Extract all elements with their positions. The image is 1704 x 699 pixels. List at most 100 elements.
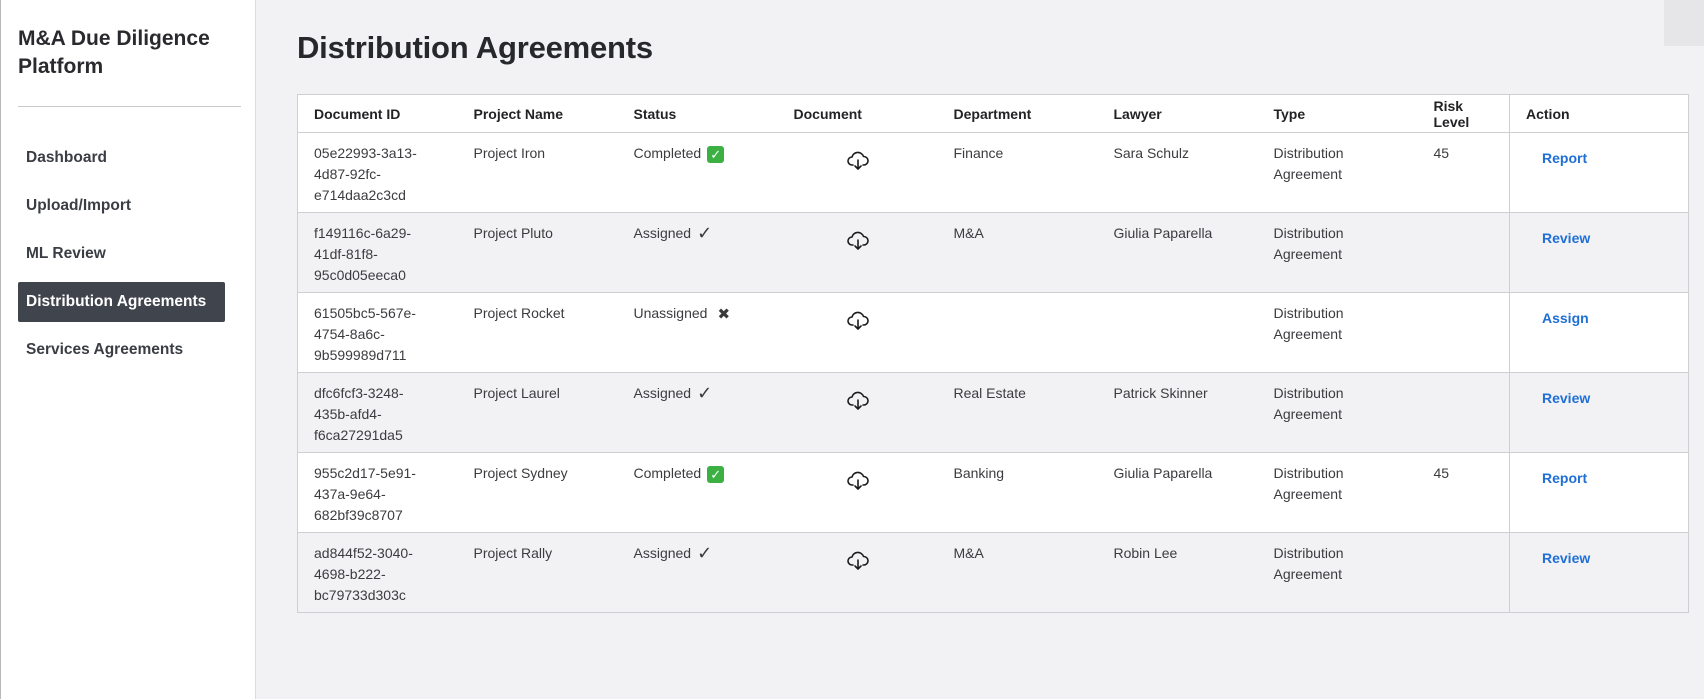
type-line: Agreement: [1273, 166, 1342, 182]
sidebar-nav: Dashboard Upload/Import ML Review Distri…: [18, 138, 225, 378]
sidebar-item-dashboard[interactable]: Dashboard: [18, 138, 225, 178]
document-id-line: 435b-afd4-: [314, 406, 382, 422]
type-line: Agreement: [1273, 246, 1342, 262]
action-assign-link[interactable]: Assign: [1542, 310, 1589, 326]
cloud-download-icon[interactable]: [846, 551, 869, 571]
cloud-download-icon[interactable]: [846, 391, 869, 411]
document-id-line: 05e22993-3a13-: [314, 145, 417, 161]
status-text: Unassigned: [633, 305, 708, 321]
header-type: Type: [1257, 94, 1418, 133]
status-text: Completed: [633, 145, 702, 161]
cell-status: Assigned ✓: [617, 212, 778, 293]
cross-icon: ✖: [717, 306, 731, 323]
cell-status: Unassigned ✖: [617, 292, 778, 373]
document-id-line: 4754-8a6c-: [314, 326, 385, 342]
table-row: f149116c-6a29- 41df-81f8- 95c0d05eeca0 Proj…: [297, 212, 1689, 293]
cell-risk-level: [1417, 292, 1510, 373]
cloud-download-icon[interactable]: [846, 471, 869, 491]
cloud-download-icon[interactable]: [846, 151, 869, 171]
action-review-link[interactable]: Review: [1542, 390, 1590, 406]
document-id-line: 41df-81f8-: [314, 246, 378, 262]
action-report-link[interactable]: Report: [1542, 470, 1587, 486]
type-line: Distribution: [1273, 385, 1344, 401]
document-id-line: e714daa2c3cd: [314, 187, 406, 203]
cloud-download-icon[interactable]: [846, 231, 869, 251]
agreements-table-container: Document ID Project Name Status Document…: [297, 94, 1689, 613]
cell-action: Review: [1509, 212, 1689, 293]
document-id-line: f149116c-6a29-: [314, 225, 412, 241]
cell-action: Review: [1509, 532, 1689, 613]
status-text: Assigned: [633, 385, 692, 401]
action-report-link[interactable]: Report: [1542, 150, 1587, 166]
header-document-id: Document ID: [297, 94, 458, 133]
cell-document: [777, 532, 938, 613]
sidebar-item-upload-import[interactable]: Upload/Import: [18, 186, 225, 226]
cell-status: Assigned ✓: [617, 372, 778, 453]
type-line: Distribution: [1273, 225, 1344, 241]
cell-status: Completed ✓: [617, 132, 778, 213]
cell-type: Distribution Agreement: [1257, 372, 1418, 453]
cell-status: Completed ✓: [617, 452, 778, 533]
sidebar-item-services-agreements[interactable]: Services Agreements: [18, 330, 225, 370]
cell-department: Finance: [937, 132, 1098, 213]
cell-project-name: Project Pluto: [457, 212, 618, 293]
cell-lawyer: [1097, 292, 1258, 373]
cell-document-id: ad844f52-3040- 4698-b222- bc79733d303c: [297, 532, 458, 613]
sidebar-item-distribution-agreements[interactable]: Distribution Agreements: [18, 282, 225, 322]
sidebar-item-ml-review[interactable]: ML Review: [18, 234, 225, 274]
type-line: Agreement: [1273, 406, 1342, 422]
type-line: Distribution: [1273, 545, 1344, 561]
check-mark-icon: ✓: [697, 223, 713, 243]
cell-department: M&A: [937, 212, 1098, 293]
cell-lawyer: Giulia Paparella: [1097, 452, 1258, 533]
cell-risk-level: 45: [1417, 452, 1510, 533]
cell-document-id: f149116c-6a29- 41df-81f8- 95c0d05eeca0: [297, 212, 458, 293]
status-text: Completed: [633, 465, 702, 481]
cell-lawyer: Giulia Paparella: [1097, 212, 1258, 293]
cloud-download-icon[interactable]: [846, 311, 869, 331]
header-project-name: Project Name: [457, 94, 618, 133]
status-text: Assigned: [633, 545, 692, 561]
cell-action: Report: [1509, 132, 1689, 213]
header-action: Action: [1509, 94, 1689, 133]
document-id-line: bc79733d303c: [314, 587, 406, 603]
type-line: Agreement: [1273, 486, 1342, 502]
brand-title: M&A Due Diligence Platform: [18, 27, 210, 78]
cell-department: M&A: [937, 532, 1098, 613]
document-id-line: 437a-9e64-: [314, 486, 386, 502]
document-id-line: 955c2d17-5e91-: [314, 465, 416, 481]
cell-department: Real Estate: [937, 372, 1098, 453]
status-text: Assigned: [633, 225, 692, 241]
document-id-line: 95c0d05eeca0: [314, 267, 406, 283]
cell-document: [777, 372, 938, 453]
type-line: Agreement: [1273, 326, 1342, 342]
cell-type: Distribution Agreement: [1257, 132, 1418, 213]
sidebar: M&A Due Diligence Platform Dashboard Upl…: [0, 0, 256, 699]
cell-action: Assign: [1509, 292, 1689, 373]
table-row: ad844f52-3040- 4698-b222- bc79733d303c Proj…: [297, 532, 1689, 613]
check-mark-icon: ✓: [697, 543, 713, 563]
cell-document-id: 61505bc5-567e- 4754-8a6c- 9b599989d711: [297, 292, 458, 373]
cell-document: [777, 212, 938, 293]
document-id-line: 9b599989d711: [314, 347, 407, 363]
check-box-icon: ✓: [707, 466, 725, 483]
cell-risk-level: 45: [1417, 132, 1510, 213]
cell-action: Review: [1509, 372, 1689, 453]
action-review-link[interactable]: Review: [1542, 550, 1590, 566]
document-id-line: dfc6fcf3-3248-: [314, 385, 404, 401]
document-id-line: ad844f52-3040-: [314, 545, 413, 561]
type-line: Distribution: [1273, 145, 1344, 161]
cell-document-id: dfc6fcf3-3248- 435b-afd4- f6ca27291da5: [297, 372, 458, 453]
header-risk-level: Risk Level: [1417, 94, 1510, 133]
table-body: 05e22993-3a13- 4d87-92fc-e714daa2c3cd Proj…: [297, 132, 1689, 613]
header-department: Department: [937, 94, 1098, 133]
agreements-table: Document ID Project Name Status Document…: [297, 94, 1689, 613]
table-row: 955c2d17-5e91- 437a-9e64- 682bf39c8707 Proj…: [297, 452, 1689, 533]
header-document: Document: [777, 94, 938, 133]
main-content: Distribution Agreements Document ID Proj…: [257, 0, 1704, 699]
cell-risk-level: [1417, 372, 1510, 453]
cell-project-name: Project Sydney: [457, 452, 618, 533]
action-review-link[interactable]: Review: [1542, 230, 1590, 246]
brand-divider: [18, 106, 241, 107]
cell-type: Distribution Agreement: [1257, 212, 1418, 293]
